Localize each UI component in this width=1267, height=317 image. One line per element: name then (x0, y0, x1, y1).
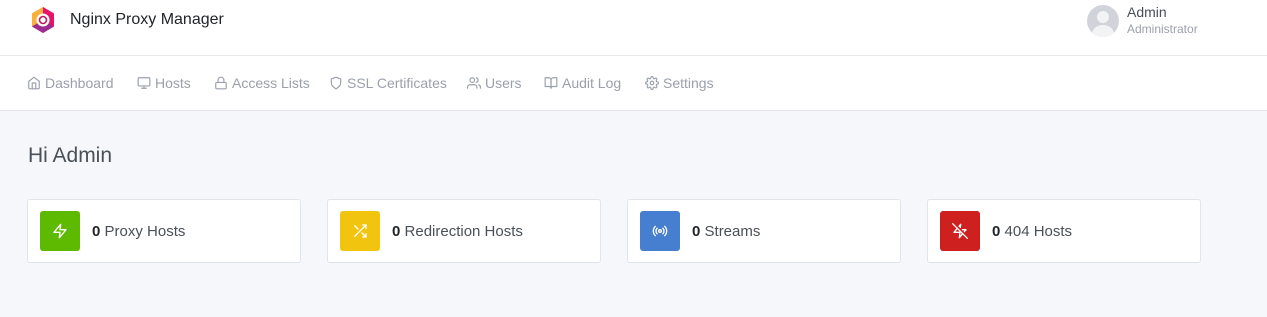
stat-icon-badge (940, 211, 980, 251)
stat-text: 0 Proxy Hosts (92, 223, 185, 240)
stat-card-redirection-hosts[interactable]: 0 Redirection Hosts (327, 199, 601, 263)
stat-icon-badge (340, 211, 380, 251)
nav-item-access-lists[interactable]: Access Lists (214, 56, 310, 110)
stat-card-proxy-hosts[interactable]: 0 Proxy Hosts (27, 199, 301, 263)
stat-count: 0 (992, 222, 1001, 240)
brand[interactable]: Nginx Proxy Manager (28, 5, 224, 35)
stat-label: Proxy Hosts (104, 222, 186, 240)
stat-label: 404 Hosts (1004, 222, 1073, 240)
nav-item-ssl-certificates[interactable]: SSL Certificates (329, 56, 447, 110)
shuffle-icon (354, 224, 367, 238)
stat-count: 0 (92, 222, 101, 240)
nav-item-label: Hosts (155, 75, 191, 91)
zap-off-icon (952, 223, 968, 239)
stat-text: 0 404 Hosts (992, 223, 1072, 240)
nav-item-settings[interactable]: Settings (645, 56, 714, 110)
shield-icon (330, 76, 342, 90)
nav-item-dashboard[interactable]: Dashboard (27, 56, 114, 110)
stat-label: Streams (704, 222, 761, 240)
stat-icon-badge (40, 211, 80, 251)
nav-item-label: SSL Certificates (347, 75, 447, 91)
nav-item-hosts[interactable]: Hosts (137, 56, 191, 110)
main-nav: Dashboard Hosts Access Lists SSL Certifi… (0, 56, 1267, 111)
monitor-icon (137, 77, 151, 89)
stat-icon-badge (640, 211, 680, 251)
home-icon (28, 76, 40, 90)
radio-icon (652, 225, 668, 237)
nav-item-audit-log[interactable]: Audit Log (544, 56, 621, 110)
npm-logo-icon (32, 7, 54, 33)
avatar[interactable] (1087, 5, 1119, 37)
nav-item-label: Dashboard (45, 75, 114, 91)
nav-item-users[interactable]: Users (467, 56, 522, 110)
users-icon (467, 77, 481, 89)
stat-count: 0 (692, 222, 701, 240)
gear-icon (645, 76, 659, 90)
stat-card-streams[interactable]: 0 Streams (627, 199, 901, 263)
page-title: Hi Admin (28, 144, 113, 167)
app-title: Nginx Proxy Manager (70, 11, 224, 28)
top-header: Nginx Proxy Manager Admin Administrator (0, 0, 1267, 56)
stat-label: Redirection Hosts (404, 222, 523, 240)
stat-card-404-hosts[interactable]: 0 404 Hosts (927, 199, 1201, 263)
user-name: Admin (1127, 4, 1167, 20)
zap-icon (53, 223, 67, 239)
stat-count: 0 (392, 222, 401, 240)
nav-item-label: Users (485, 75, 522, 91)
stat-text: 0 Streams (692, 223, 760, 240)
lock-icon (215, 76, 227, 90)
user-role: Administrator (1127, 22, 1198, 36)
nav-item-label: Audit Log (562, 75, 622, 91)
nav-item-label: Settings (663, 75, 714, 91)
book-open-icon (544, 77, 558, 89)
user-menu[interactable]: Admin Administrator (1087, 3, 1198, 37)
stat-text: 0 Redirection Hosts (392, 223, 523, 240)
nav-item-label: Access Lists (232, 75, 310, 91)
